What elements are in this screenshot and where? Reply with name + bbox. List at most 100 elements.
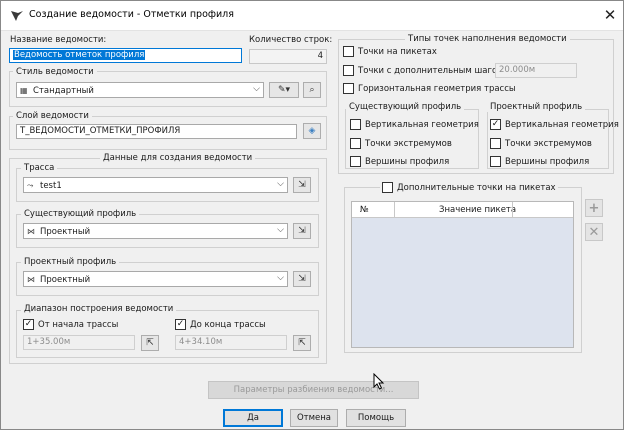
pickets-checkbox[interactable]: Точки на пикетах	[343, 46, 437, 57]
chevron-down-icon: ⌵	[277, 225, 284, 235]
profile-icon: ⋈	[27, 275, 35, 284]
pick-icon: ⇲	[298, 180, 306, 190]
style-edit-button[interactable]: ✎▾	[269, 82, 299, 98]
col-divider	[512, 202, 513, 218]
route-pick-button[interactable]: ⇲	[293, 177, 311, 193]
add-point-button[interactable]: +	[585, 199, 603, 217]
chevron-down-icon: ⌵	[277, 273, 284, 283]
extra-points-table[interactable]: № Значение пикета	[351, 201, 574, 348]
cancel-button[interactable]: Отмена	[290, 409, 338, 427]
help-button[interactable]: Помощь	[346, 409, 406, 427]
col-number-header: №	[360, 205, 369, 215]
rows-count-label: Количество строк:	[249, 35, 333, 45]
chevron-down-icon: ⌵	[253, 84, 260, 94]
extra-points-checkbox[interactable]: Дополнительные точки на пикетах	[380, 182, 558, 193]
profile-icon: ⋈	[27, 227, 35, 236]
design-peaks-checkbox[interactable]: Вершины профиля	[490, 156, 589, 167]
data-group-title: Данные для создания ведомости	[100, 153, 256, 163]
existing-peaks-checkbox[interactable]: Вершины профиля	[350, 156, 449, 167]
plus-icon: +	[588, 200, 600, 216]
table-style-value: Стандартный	[33, 86, 94, 96]
design-extrema-label: Точки экстремумов	[505, 138, 592, 149]
close-icon[interactable]: ✕	[601, 6, 619, 24]
from-start-label: От начала трассы	[38, 319, 119, 330]
range-group	[16, 310, 319, 358]
existing-vertical-checkbox[interactable]: Вертикальная геометрия	[350, 119, 479, 130]
pickets-box[interactable]	[343, 46, 354, 57]
point-types-title: Типы точек наполнения ведомости	[405, 34, 570, 44]
design-vertical-checkbox[interactable]: Вертикальная геометрия	[490, 119, 619, 130]
civil-app-icon	[11, 11, 23, 21]
existing-profile-pick-button[interactable]: ⇲	[293, 223, 311, 239]
horizontal-geometry-box[interactable]	[343, 83, 354, 94]
design-profile-types-title: Проектный профиль	[487, 102, 586, 112]
table-style-icon: ▦	[20, 86, 28, 95]
existing-extrema-checkbox[interactable]: Точки экстремумов	[350, 138, 452, 149]
pick-icon: ⇲	[298, 274, 306, 284]
design-extrema-checkbox[interactable]: Точки экстремумов	[490, 138, 592, 149]
design-profile-label: Проектный профиль	[21, 257, 120, 267]
mouse-cursor-icon	[373, 373, 385, 390]
col-divider	[394, 202, 395, 218]
horizontal-geometry-checkbox[interactable]: Горизонтальная геометрия трассы	[343, 83, 516, 94]
existing-peaks-box[interactable]	[350, 156, 361, 167]
existing-profile-combo[interactable]: ⋈ Проектный ⌵	[23, 223, 288, 239]
extra-points-box[interactable]	[382, 182, 393, 193]
table-header: № Значение пикета	[352, 202, 573, 218]
pick-icon: ⇲	[298, 226, 306, 236]
extra-step-box[interactable]	[343, 65, 354, 76]
from-start-checkbox[interactable]: От начала трассы	[23, 319, 118, 330]
existing-vertical-label: Вертикальная геометрия	[365, 119, 479, 130]
alignment-icon: ⤳	[27, 181, 34, 190]
table-name-value: Ведомость отметок профиля	[13, 50, 146, 60]
route-label: Трасса	[21, 163, 58, 173]
table-name-label: Название ведомости:	[10, 35, 107, 45]
horizontal-geometry-label: Горизонтальная геометрия трассы	[358, 83, 516, 94]
layer-select-button[interactable]: ◈	[303, 123, 321, 139]
design-peaks-label: Вершины профиля	[505, 156, 590, 167]
pick-station-icon: ⇱	[298, 338, 306, 348]
rows-count-field: 4	[249, 49, 327, 64]
route-value: test1	[40, 181, 62, 191]
range-group-title: Диапазон построения ведомости	[21, 304, 177, 314]
table-name-input[interactable]: Ведомость отметок профиля	[9, 48, 242, 63]
delete-x-icon: ✕	[588, 224, 600, 240]
design-profile-combo[interactable]: ⋈ Проектный ⌵	[23, 271, 288, 287]
from-start-box[interactable]	[23, 319, 34, 330]
existing-vertical-box[interactable]	[350, 119, 361, 130]
design-profile-value: Проектный	[40, 275, 91, 285]
existing-extrema-box[interactable]	[350, 138, 361, 149]
to-station-pick-button[interactable]: ⇱	[293, 335, 311, 351]
layer-group-title: Слой ведомости	[13, 111, 92, 121]
pickets-label: Точки на пикетах	[358, 46, 437, 57]
extra-step-input[interactable]: 20.000м	[495, 63, 577, 78]
title-bar: Создание ведомости - Отметки профиля ✕	[1, 1, 623, 31]
existing-peaks-label: Вершины профиля	[365, 156, 450, 167]
split-params-button[interactable]: Параметры разбиения ведомости...	[208, 381, 419, 399]
from-station-input[interactable]: 1+35.00м	[23, 335, 135, 350]
to-end-label: До конца трассы	[190, 319, 266, 330]
existing-profile-value: Проектный	[40, 227, 91, 237]
col-station-header: Значение пикета	[439, 205, 517, 215]
layer-input[interactable]: Т_ВЕДОМОСТИ_ОТМЕТКИ_ПРОФИЛЯ	[16, 124, 297, 139]
extra-points-label: Дополнительные точки на пикетах	[397, 182, 556, 193]
style-preview-button[interactable]: ⌕	[303, 82, 321, 98]
extra-step-checkbox[interactable]: Точки с дополнительным шагом:	[343, 65, 506, 76]
route-combo[interactable]: ⤳ test1 ⌵	[23, 177, 288, 193]
to-end-box[interactable]	[175, 319, 186, 330]
design-profile-pick-button[interactable]: ⇲	[293, 271, 311, 287]
to-station-input[interactable]: 4+34.10м	[175, 335, 287, 350]
create-table-dialog: Создание ведомости - Отметки профиля ✕ Н…	[0, 0, 624, 430]
design-peaks-box[interactable]	[490, 156, 501, 167]
chevron-down-icon: ⌵	[277, 179, 284, 189]
edit-style-icon: ✎▾	[277, 85, 291, 95]
design-extrema-box[interactable]	[490, 138, 501, 149]
design-vertical-box[interactable]	[490, 119, 501, 130]
existing-profile-types-title: Существующий профиль	[346, 102, 465, 112]
to-end-checkbox[interactable]: До конца трассы	[175, 319, 266, 330]
delete-point-button[interactable]: ✕	[585, 223, 603, 241]
ok-button[interactable]: Да	[223, 409, 283, 427]
from-station-pick-button[interactable]: ⇱	[141, 335, 159, 351]
extra-step-label: Точки с дополнительным шагом:	[358, 65, 507, 76]
table-style-combo[interactable]: ▦ Стандартный ⌵	[16, 82, 264, 98]
